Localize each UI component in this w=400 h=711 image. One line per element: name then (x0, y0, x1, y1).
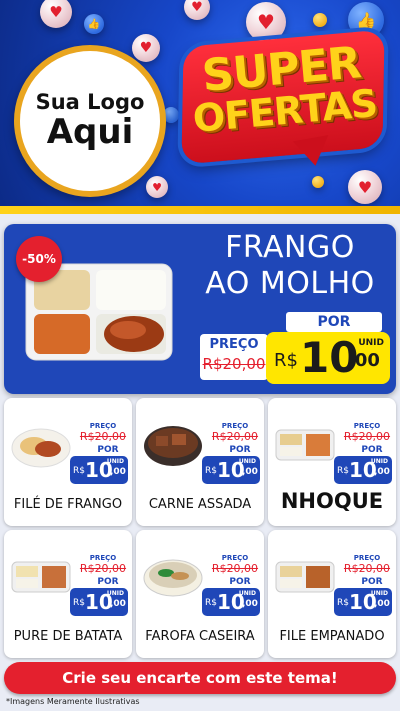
thumbs-up-bubble-icon: 👍 (84, 14, 104, 34)
price-integer: 10 (349, 590, 377, 614)
featured-offer: -50% FRANGO AO MOLHO PREÇO R$20,00 POR U… (4, 224, 396, 394)
food-bowl-image (143, 559, 203, 597)
currency-symbol: R$ (73, 598, 85, 608)
price-cents: ,00 (110, 599, 126, 609)
new-price: UNID R$ 10,00 (70, 588, 128, 616)
currency-symbol: R$ (274, 350, 298, 371)
food-bowl-image (144, 426, 202, 466)
food-tray-image (275, 429, 335, 461)
por-label: POR (220, 576, 260, 588)
price-integer: 10 (85, 458, 113, 482)
old-price-value: R$20,00 (343, 562, 391, 575)
product-card: PREÇO R$20,00 POR UNID R$ 10,00 CARNE ASSAD… (136, 398, 264, 526)
featured-title: FRANGO AO MOLHO (190, 230, 390, 302)
por-label: POR (88, 444, 128, 456)
hero-divider (0, 206, 400, 214)
product-card: PREÇO R$20,00 POR UNID R$ 10,00 FILÉ DE FRA… (4, 398, 132, 526)
product-name: CARNE ASSADA (148, 497, 252, 512)
super-offers-badge: SUPER OFERTAS (181, 29, 393, 180)
unit-label: UNID (358, 338, 384, 348)
product-name: FILE EMPANADO (279, 629, 385, 644)
old-price-value: R$20,00 (202, 355, 266, 373)
new-price: UNID R$ 10,00 (202, 588, 260, 616)
offer-flyer: ♥ ♥ 👍 ♥ ♥ 👍 ♥ ♥ Sua Logo Aqui SUPER OFER… (0, 0, 400, 711)
logo-line1: Sua Logo (35, 89, 145, 114)
like-bubble-icon: ♥ (40, 0, 72, 28)
product-card: PREÇO R$20,00 POR UNID R$ 10,00 FAROFA CASE… (136, 530, 264, 658)
food-plate-image (11, 428, 71, 468)
old-price-value: R$20,00 (211, 430, 259, 443)
discount-badge: -50% (16, 236, 62, 282)
price-label: PREÇO (209, 337, 259, 352)
new-price: UNID R$ 10,00 (70, 456, 128, 484)
por-label: POR (88, 576, 128, 588)
logo-placeholder: Sua Logo Aqui (14, 45, 166, 197)
featured-old-price: PREÇO R$20,00 (200, 334, 268, 380)
featured-por-label: POR (286, 312, 382, 332)
price-integer: 10 (349, 458, 377, 482)
product-name: FAROFA CASEIRA (145, 629, 255, 644)
old-price-value: R$20,00 (79, 430, 127, 443)
price-cents: ,00 (348, 350, 380, 371)
old-price-value: R$20,00 (79, 562, 127, 575)
product-card: PREÇO R$20,00 POR UNID R$ 10,00 NHOQUE (268, 398, 396, 526)
logo-line2: Aqui (46, 111, 134, 152)
currency-symbol: R$ (337, 466, 349, 476)
price-integer: 10 (217, 590, 245, 614)
price-cents: ,00 (242, 467, 258, 477)
old-price-value: R$20,00 (211, 562, 259, 575)
featured-title-line2: AO MOLHO (205, 266, 375, 301)
por-label: POR (352, 576, 392, 588)
new-price: UNID R$ 10,00 (334, 456, 392, 484)
old-price-value: R$20,00 (343, 430, 391, 443)
product-name: FILÉ DE FRANGO (13, 497, 123, 512)
por-label: POR (352, 444, 392, 456)
currency-symbol: R$ (205, 466, 217, 476)
product-card: PREÇO R$20,00 POR UNID R$ 10,00 PURE DE BAT… (4, 530, 132, 658)
price-cents: ,00 (374, 599, 390, 609)
images-disclaimer: *Imagens Meramente Ilustrativas (6, 697, 140, 706)
price-integer: 10 (85, 590, 113, 614)
hero-banner: ♥ ♥ 👍 ♥ ♥ 👍 ♥ ♥ Sua Logo Aqui SUPER OFER… (0, 0, 400, 214)
featured-new-price: UNID R$ 10 ,00 (266, 332, 390, 384)
product-name: PURE DE BATATA (13, 629, 123, 644)
por-label: POR (220, 444, 260, 456)
currency-symbol: R$ (337, 598, 349, 608)
like-bubble-icon: ♥ (146, 176, 168, 198)
food-tray-image (275, 561, 335, 593)
currency-symbol: R$ (73, 466, 85, 476)
featured-title-line1: FRANGO (225, 230, 355, 265)
food-tray-image (11, 561, 71, 593)
price-integer: 10 (217, 458, 245, 482)
new-price: UNID R$ 10,00 (334, 588, 392, 616)
product-card: PREÇO R$20,00 POR UNID R$ 10,00 FILE EMPANA… (268, 530, 396, 658)
currency-symbol: R$ (205, 598, 217, 608)
price-cents: ,00 (242, 599, 258, 609)
create-flyer-button[interactable]: Crie seu encarte com este tema! (4, 662, 396, 694)
price-cents: ,00 (374, 467, 390, 477)
emoji-bubble-icon (313, 13, 327, 27)
new-price: UNID R$ 10,00 (202, 456, 260, 484)
price-cents: ,00 (110, 467, 126, 477)
product-name: NHOQUE (280, 489, 384, 513)
like-bubble-icon: ♥ (184, 0, 210, 20)
like-bubble-icon: ♥ (132, 34, 160, 62)
